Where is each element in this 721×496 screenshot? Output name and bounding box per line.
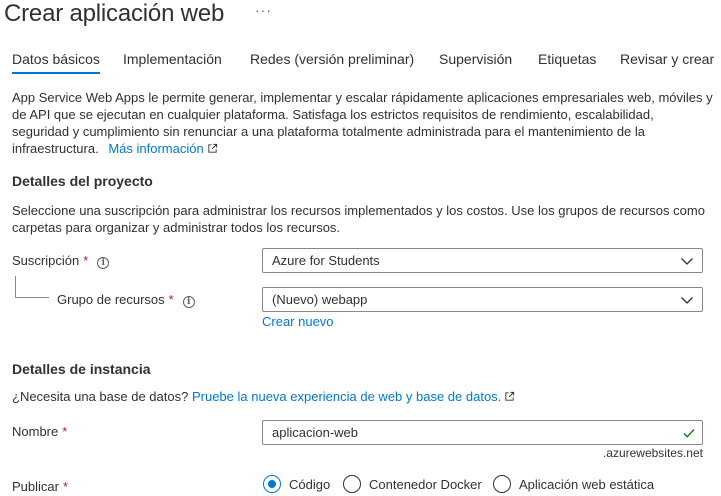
domain-suffix: .azurewebsites.net (602, 446, 703, 460)
info-icon[interactable]: i (97, 257, 110, 269)
db-question: ¿Necesita una base de datos? Pruebe la n… (12, 388, 515, 406)
external-link-icon (505, 391, 515, 401)
active-tab-indicator (12, 72, 100, 74)
required-mark: * (168, 292, 174, 307)
create-new-link[interactable]: Crear nuevo (262, 313, 334, 331)
subscription-label: Suscripción * i (12, 253, 110, 269)
required-mark: * (62, 479, 69, 494)
publish-label-text: Publicar (12, 479, 59, 494)
project-desc-line-1: Seleccione una suscripción para administ… (12, 203, 705, 218)
tab-supervision[interactable]: Supervisión (439, 51, 512, 67)
publish-static-label[interactable]: Aplicación web estática (519, 477, 654, 492)
subscription-label-text: Suscripción (12, 253, 80, 268)
more-options-button[interactable]: ··· (255, 2, 272, 18)
tree-connector (15, 276, 49, 298)
intro-line-3: seguridad y cumplimiento sin renunciar a… (12, 124, 646, 139)
tab-implementacion[interactable]: Implementación (123, 51, 222, 67)
publish-docker-label[interactable]: Contenedor Docker (369, 477, 482, 492)
try-web-db-link[interactable]: Pruebe la nueva experiencia de web y bas… (192, 389, 515, 404)
required-mark: * (83, 253, 89, 268)
publish-label: Publicar * (12, 479, 68, 494)
subscription-select[interactable]: Azure for Students (262, 248, 703, 273)
page-title: Crear aplicación web (4, 0, 225, 27)
intro-line-2: de API que se ejecutan en cualquier plat… (12, 107, 654, 122)
more-info-link[interactable]: Más información (108, 141, 217, 156)
publish-code-label[interactable]: Código (289, 477, 330, 492)
subscription-value: Azure for Students (272, 253, 380, 268)
info-icon[interactable]: i (182, 296, 195, 308)
publish-static-radio[interactable] (493, 475, 511, 493)
publish-docker-radio[interactable] (343, 475, 361, 493)
resource-group-select[interactable]: (Nuevo) webapp (262, 287, 703, 312)
name-label: Nombre * (12, 424, 67, 439)
external-link-icon (208, 143, 217, 153)
tab-revisar-y-crear[interactable]: Revisar y crear (620, 51, 714, 67)
intro-line-4-text: infraestructura. (12, 141, 99, 156)
project-details-heading: Detalles del proyecto (12, 173, 153, 189)
db-question-text: ¿Necesita una base de datos? (12, 389, 189, 404)
publish-code-radio[interactable] (263, 475, 281, 493)
intro-line-1: App Service Web Apps le permite generar,… (12, 90, 713, 105)
tab-datos-basicos[interactable]: Datos básicos (12, 51, 100, 67)
name-value: aplicacion-web (272, 425, 358, 440)
resource-group-label-text: Grupo de recursos (57, 292, 165, 307)
instance-details-heading: Detalles de instancia (12, 361, 151, 377)
name-input[interactable]: aplicacion-web (262, 420, 703, 445)
name-label-text: Nombre (12, 424, 59, 439)
project-desc-line-2: carpetas para organizar y administrar to… (12, 220, 341, 235)
required-mark: * (62, 424, 68, 439)
checkmark-icon (683, 429, 695, 438)
resource-group-label: Grupo de recursos * i (57, 292, 195, 308)
tab-redes[interactable]: Redes (versión preliminar) (250, 51, 414, 67)
chevron-down-icon (681, 258, 693, 265)
chevron-down-icon (681, 297, 693, 304)
resource-group-value: (Nuevo) webapp (272, 292, 368, 307)
intro-line-4: infraestructura. Más información (12, 140, 218, 158)
try-web-db-link-text: Pruebe la nueva experiencia de web y bas… (191, 389, 502, 404)
tab-etiquetas[interactable]: Etiquetas (538, 51, 596, 67)
more-info-link-text: Más información (108, 141, 204, 156)
